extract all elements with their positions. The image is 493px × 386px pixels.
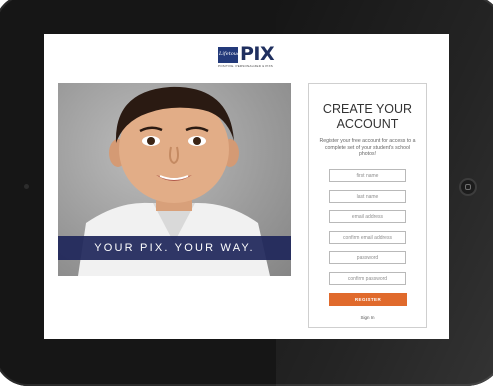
hero-photo: YOUR PIX. YOUR WAY.: [58, 83, 291, 276]
confirm-email-input[interactable]: [329, 231, 406, 244]
confirm-password-input[interactable]: [329, 272, 406, 285]
last-name-input[interactable]: [329, 190, 406, 203]
form-title-line1: CREATE YOUR: [322, 102, 413, 116]
register-button[interactable]: REGISTER: [329, 293, 407, 306]
sign-in-link[interactable]: Sign In: [309, 315, 426, 320]
logo-script: Lifetouch: [219, 51, 243, 57]
pix-logo: Lifetouch PIX POSITIVE. PERSONALIZED & P…: [218, 43, 278, 68]
logo-tagline: POSITIVE. PERSONALIZED & PIXS: [218, 64, 273, 68]
home-square-icon: [465, 184, 471, 190]
password-input[interactable]: [329, 251, 406, 264]
form-title: CREATE YOUR ACCOUNT: [309, 102, 426, 132]
tablet-device: Lifetouch PIX POSITIVE. PERSONALIZED & P…: [0, 0, 493, 386]
hero-banner: YOUR PIX. YOUR WAY.: [58, 236, 291, 260]
hero-banner-text: YOUR PIX. YOUR WAY.: [94, 242, 255, 254]
lifetouch-logo-mark: Lifetouch: [218, 47, 243, 63]
form-title-line2: ACCOUNT: [336, 117, 399, 131]
camera-icon: [24, 184, 29, 189]
tablet-screen: Lifetouch PIX POSITIVE. PERSONALIZED & P…: [44, 34, 449, 339]
form-description: Register your free account for access to…: [319, 138, 416, 157]
logo-wordmark: PIX: [240, 43, 275, 65]
email-input[interactable]: [329, 210, 406, 223]
logo-word-main: PI: [240, 43, 261, 65]
home-button-icon[interactable]: [459, 178, 477, 196]
first-name-input[interactable]: [329, 169, 406, 182]
logo-word-x: X: [260, 43, 275, 65]
registration-form: CREATE YOUR ACCOUNT Register your free a…: [308, 83, 427, 328]
